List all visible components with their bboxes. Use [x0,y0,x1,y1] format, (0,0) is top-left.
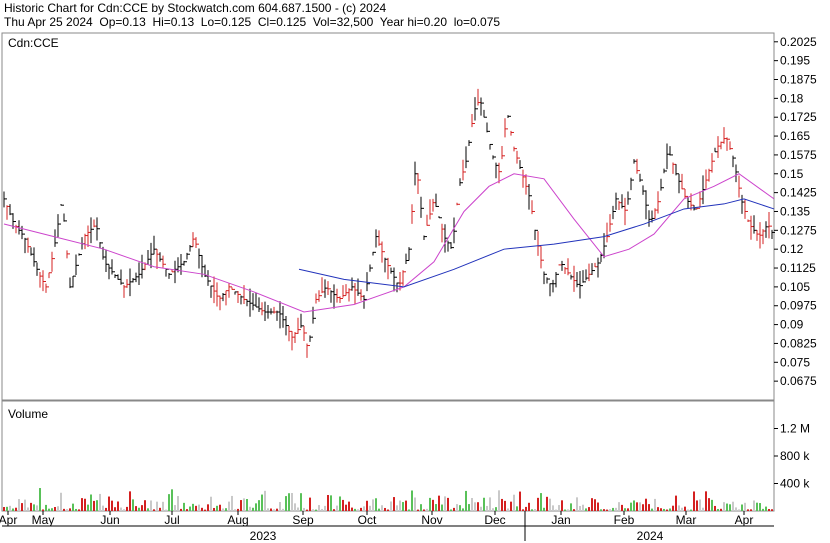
price-tick-label: 0.0975 [780,299,817,313]
month-label: Apr [0,513,17,527]
month-label: May [32,513,55,527]
volume-tick-label: 1.2 M [780,422,810,436]
volume-label: Volume [8,407,48,421]
volume-panel [1,400,775,512]
symbol-label: Cdn:CCE [8,36,59,50]
price-tick-label: 0.1425 [780,186,817,200]
price-tick-label: 0.1725 [780,110,817,124]
price-tick-label: 0.09 [780,318,804,332]
price-tick-label: 0.0675 [780,374,817,388]
price-tick-label: 0.18 [780,91,804,105]
stock-chart: Cdn:CCE Volume 0.2025 0.195 0.1875 0.18 0.17… [0,32,817,543]
price-tick-label: 0.0825 [780,336,817,350]
year-label: 2024 [637,529,664,543]
year-label: 2023 [250,529,277,543]
price-tick-label: 0.075 [780,355,810,369]
long-moving-average [298,198,775,288]
month-label: Jun [100,513,119,527]
month-label: Dec [484,513,505,527]
month-label: Jul [164,513,179,527]
month-label: Aug [227,513,248,527]
price-tick-label: 0.165 [780,129,810,143]
price-tick-label: 0.105 [780,280,810,294]
price-tick-label: 0.1275 [780,223,817,237]
month-label: Apr [735,513,754,527]
month-label: Mar [676,513,697,527]
price-tick-label: 0.195 [780,54,810,68]
price-tick-label: 0.1875 [780,73,817,87]
volume-tick-label: 800 k [780,449,810,463]
price-panel [1,32,775,401]
price-tick-label: 0.12 [780,242,804,256]
month-label: Jan [551,513,570,527]
price-tick-label: 0.2025 [780,35,817,49]
month-label: Nov [421,513,442,527]
price-tick-label: 0.1125 [780,261,816,275]
price-tick-label: 0.135 [780,204,810,218]
month-label: Feb [614,513,635,527]
volume-tick-label: 400 k [780,477,810,491]
month-label: Sep [292,513,314,527]
month-label: Oct [358,513,377,527]
price-tick-label: 0.1575 [780,148,817,162]
price-tick-label: 0.15 [780,167,804,181]
